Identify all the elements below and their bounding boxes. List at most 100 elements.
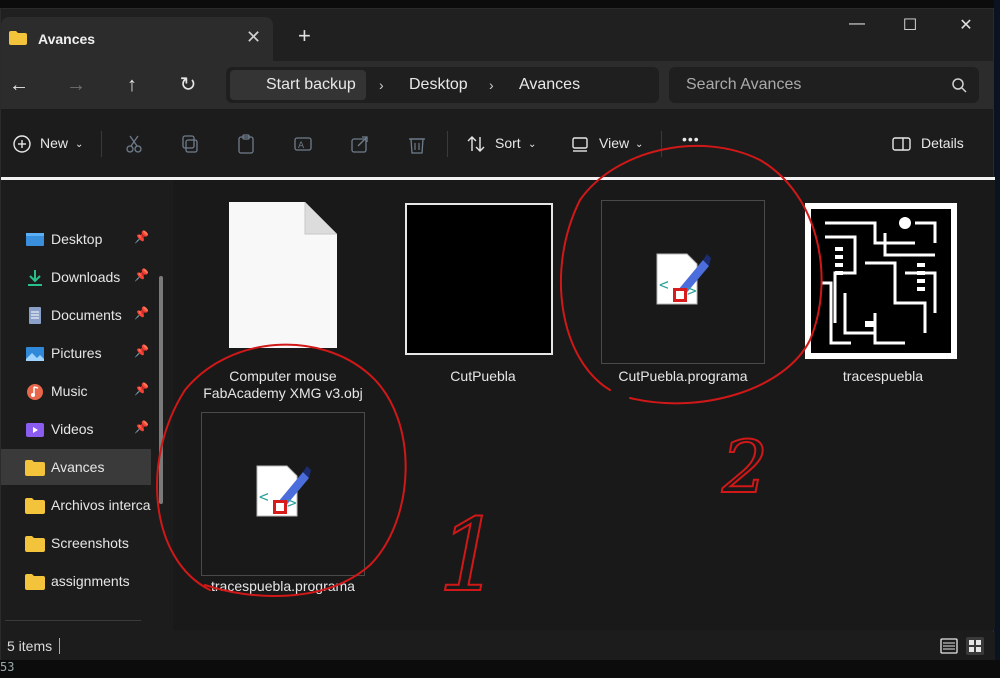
back-button[interactable]: ← bbox=[5, 71, 33, 99]
video-icon bbox=[26, 423, 44, 437]
file-item-cutpuebla-programa[interactable]: < > CutPuebla.programa bbox=[601, 192, 765, 396]
sidebar-item-archivos[interactable]: Archivos interca bbox=[1, 487, 151, 523]
pin-icon[interactable]: 📌 bbox=[134, 230, 149, 244]
search-placeholder: Search Avances bbox=[686, 76, 802, 93]
folder-icon bbox=[25, 498, 45, 514]
file-name: CutPuebla.programa bbox=[618, 368, 748, 384]
document-icon bbox=[29, 307, 41, 324]
pictures-icon bbox=[26, 347, 44, 361]
delete-icon[interactable] bbox=[406, 133, 428, 155]
chevron-right-icon[interactable]: › bbox=[489, 67, 494, 103]
chevron-down-icon[interactable]: ⌄ bbox=[528, 139, 536, 150]
program-file-icon: < > bbox=[256, 465, 311, 517]
program-file-icon: < > bbox=[656, 253, 711, 305]
breadcrumb-desktop[interactable]: Desktop bbox=[409, 67, 468, 103]
refresh-button[interactable]: ↻ bbox=[174, 71, 202, 99]
background-bottom-strip bbox=[0, 660, 1000, 678]
music-icon bbox=[27, 384, 43, 400]
tab-avances[interactable]: Avances ✕ bbox=[1, 17, 273, 61]
paste-icon[interactable] bbox=[235, 133, 257, 155]
command-bar: New ⌄ A Sort ⌄ View ⌄ ••• Details bbox=[1, 109, 993, 179]
view-button[interactable]: View bbox=[599, 135, 629, 151]
rename-icon[interactable]: A bbox=[292, 133, 314, 155]
details-view-icon[interactable] bbox=[939, 636, 959, 656]
sidebar-item-desktop[interactable]: Desktop 📌 bbox=[1, 221, 151, 257]
item-count: 5 items bbox=[7, 638, 53, 654]
sidebar-label: Avances bbox=[51, 459, 105, 475]
file-item-cutpuebla[interactable]: CutPuebla bbox=[401, 192, 565, 396]
sidebar-item-videos[interactable]: Videos 📌 bbox=[1, 411, 151, 447]
sidebar-item-downloads[interactable]: Downloads 📌 bbox=[1, 259, 151, 295]
forward-button[interactable]: → bbox=[62, 71, 90, 99]
sidebar-label: assignments bbox=[51, 573, 130, 589]
address-bar[interactable]: Start backup › Desktop › Avances bbox=[226, 67, 659, 103]
svg-text:A: A bbox=[298, 141, 305, 151]
sidebar-item-assignments[interactable]: assignments bbox=[1, 563, 151, 599]
navigation-pane: Desktop 📌 Downloads 📌 Documents 📌 Pictur… bbox=[1, 180, 171, 621]
folder-icon bbox=[25, 574, 45, 590]
divider bbox=[59, 638, 60, 654]
sidebar-divider bbox=[5, 620, 141, 621]
file-item-computer-mouse-obj[interactable]: Computer mouse FabAcademy XMG v3.obj bbox=[201, 192, 365, 401]
download-icon bbox=[28, 270, 42, 286]
details-button[interactable]: Details bbox=[921, 135, 964, 151]
desktop-icon bbox=[26, 233, 44, 246]
title-bar: Avances ✕ + — ☐ ✕ bbox=[1, 9, 993, 61]
chevron-down-icon[interactable]: ⌄ bbox=[635, 139, 643, 150]
search-icon[interactable] bbox=[951, 77, 967, 93]
pin-icon[interactable]: 📌 bbox=[134, 306, 149, 320]
up-button[interactable]: ↑ bbox=[118, 71, 146, 99]
sidebar-label: Screenshots bbox=[51, 535, 129, 551]
close-tab-button[interactable]: ✕ bbox=[246, 27, 261, 48]
pin-icon[interactable]: 📌 bbox=[134, 344, 149, 358]
sort-icon[interactable] bbox=[465, 133, 487, 155]
new-icon[interactable] bbox=[11, 133, 33, 155]
blank-file-icon bbox=[229, 202, 337, 348]
sidebar-item-documents[interactable]: Documents 📌 bbox=[1, 297, 151, 333]
search-box[interactable]: Search Avances bbox=[669, 67, 979, 103]
file-name: Computer mouse bbox=[229, 368, 337, 384]
copy-icon[interactable] bbox=[179, 133, 201, 155]
breadcrumb-start-backup[interactable]: Start backup bbox=[230, 70, 366, 100]
divider bbox=[101, 131, 102, 157]
background-line-number: 53 bbox=[0, 660, 15, 674]
view-icon[interactable] bbox=[570, 133, 592, 155]
pin-icon[interactable]: 📌 bbox=[134, 382, 149, 396]
svg-text:<: < bbox=[259, 487, 269, 506]
file-name: FabAcademy XMG v3.obj bbox=[203, 385, 363, 401]
large-icons-view-icon[interactable] bbox=[965, 636, 985, 656]
sidebar-item-pictures[interactable]: Pictures 📌 bbox=[1, 335, 151, 371]
minimize-button[interactable]: — bbox=[837, 15, 877, 33]
file-name: CutPuebla bbox=[450, 368, 516, 384]
sort-button[interactable]: Sort bbox=[495, 135, 521, 151]
new-button[interactable]: New bbox=[40, 135, 68, 151]
sidebar-item-music[interactable]: Music 📌 bbox=[1, 373, 151, 409]
file-name: tracespuebla.programa bbox=[211, 578, 355, 594]
maximize-button[interactable]: ☐ bbox=[890, 15, 930, 35]
folder-icon bbox=[25, 460, 45, 476]
navigation-bar: ← → ↑ ↻ Start backup › Desktop › Avances… bbox=[1, 61, 993, 109]
sidebar-label: Archivos interca bbox=[51, 497, 151, 513]
pin-icon[interactable]: 📌 bbox=[134, 420, 149, 434]
divider bbox=[447, 131, 448, 157]
svg-text:>: > bbox=[287, 493, 297, 512]
share-icon[interactable] bbox=[349, 133, 371, 155]
details-pane-icon[interactable] bbox=[891, 133, 913, 155]
chevron-down-icon[interactable]: ⌄ bbox=[75, 139, 83, 150]
sidebar-scrollbar[interactable] bbox=[159, 276, 163, 504]
file-item-tracespuebla[interactable]: tracespuebla bbox=[801, 192, 965, 396]
sidebar-item-avances[interactable]: Avances bbox=[1, 449, 151, 485]
sidebar-item-screenshots[interactable]: Screenshots bbox=[1, 525, 151, 561]
pin-icon[interactable]: 📌 bbox=[134, 268, 149, 282]
cut-icon[interactable] bbox=[123, 133, 145, 155]
folder-icon bbox=[9, 31, 27, 45]
pcb-traces-thumbnail bbox=[805, 203, 957, 359]
more-options-button[interactable]: ••• bbox=[682, 131, 700, 147]
file-item-tracespuebla-programa[interactable]: < > tracespuebla.programa bbox=[201, 402, 365, 606]
new-tab-button[interactable]: + bbox=[298, 25, 311, 47]
close-window-button[interactable]: ✕ bbox=[946, 15, 986, 35]
chevron-right-icon[interactable]: › bbox=[379, 67, 384, 103]
tab-title: Avances bbox=[38, 31, 96, 47]
svg-text:<: < bbox=[659, 275, 669, 294]
breadcrumb-avances[interactable]: Avances bbox=[519, 67, 580, 103]
